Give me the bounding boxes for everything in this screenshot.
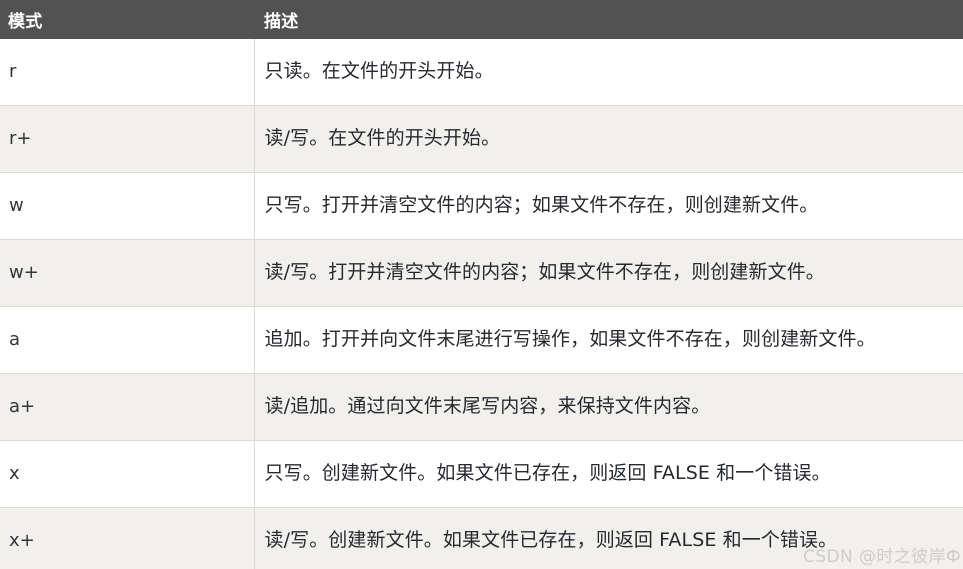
cell-description: 追加。打开并向文件末尾进行写操作，如果文件不存在，则创建新文件。 [254, 306, 963, 374]
table-row: r 只读。在文件的开头开始。 [0, 39, 963, 106]
table-body: r 只读。在文件的开头开始。 r+ 读/写。在文件的开头开始。 w 只写。打开并清空文件的… [0, 39, 963, 569]
cell-mode: r+ [0, 105, 255, 173]
cell-mode: a [0, 306, 255, 374]
cell-mode: r [0, 39, 255, 106]
cell-description: 只写。打开并清空文件的内容；如果文件不存在，则创建新文件。 [254, 172, 963, 240]
column-header-description: 描述 [264, 12, 299, 32]
table-row: a 追加。打开并向文件末尾进行写操作，如果文件不存在，则创建新文件。 [0, 306, 963, 374]
table-header-row: 模式 描述 [0, 0, 963, 39]
table-row: x+ 读/写。创建新文件。如果文件已存在，则返回 FALSE 和一个错误。 [0, 507, 963, 569]
table-row: w 只写。打开并清空文件的内容；如果文件不存在，则创建新文件。 [0, 172, 963, 240]
table-row: x 只写。创建新文件。如果文件已存在，则返回 FALSE 和一个错误。 [0, 440, 963, 508]
cell-mode: x [0, 440, 255, 508]
table-row: a+ 读/追加。通过向文件末尾写内容，来保持文件内容。 [0, 373, 963, 441]
column-header-mode: 模式 [8, 12, 43, 32]
cell-mode: w+ [0, 239, 255, 307]
cell-description: 只读。在文件的开头开始。 [264, 60, 494, 83]
cell-description: 读/写。在文件的开头开始。 [254, 105, 963, 173]
cell-description: 读/写。创建新文件。如果文件已存在，则返回 FALSE 和一个错误。 [254, 507, 963, 569]
table-row: w+ 读/写。打开并清空文件的内容；如果文件不存在，则创建新文件。 [0, 239, 963, 307]
cell-description: 读/追加。通过向文件末尾写内容，来保持文件内容。 [254, 373, 963, 441]
file-modes-table: 模式 描述 r 只读。在文件的开头开始。 r+ 读/写。在文件的开头开始。 w 只写。打开… [0, 0, 963, 569]
cell-mode: a+ [0, 373, 255, 441]
cell-mode: x+ [0, 507, 255, 569]
cell-description: 只写。创建新文件。如果文件已存在，则返回 FALSE 和一个错误。 [254, 440, 963, 508]
table-header: 模式 描述 [0, 0, 963, 39]
file-modes-table-container: 模式 描述 r 只读。在文件的开头开始。 r+ 读/写。在文件的开头开始。 w 只写。打开… [0, 0, 963, 569]
cell-mode: w [0, 172, 255, 240]
cell-description: 读/写。打开并清空文件的内容；如果文件不存在，则创建新文件。 [254, 239, 963, 307]
table-row: r+ 读/写。在文件的开头开始。 [0, 105, 963, 173]
